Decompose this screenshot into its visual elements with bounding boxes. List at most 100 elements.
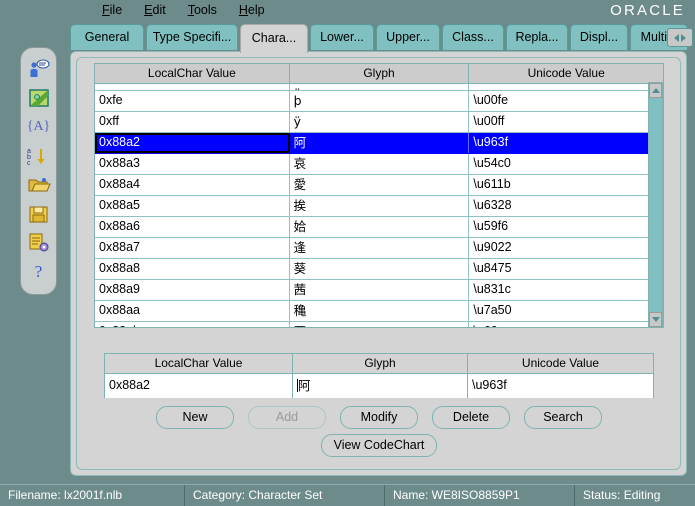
status-filename: Filename: lx2001f.nlb <box>0 485 185 506</box>
save-disk-icon[interactable] <box>24 199 54 228</box>
cell-glyph: ÿ <box>290 84 470 90</box>
status-state: Status: Editing <box>575 485 695 506</box>
table-row[interactable]: 0xff ÿ \u00ff <box>95 112 663 133</box>
editor-input-row: 0x88a2 阿 \u963f <box>105 374 653 398</box>
table-row[interactable]: 0x88a9 茜 \u831c <box>95 280 663 301</box>
tab-strip: General Type Specifi... Chara... Lower..… <box>70 24 695 52</box>
braces-a-icon[interactable]: {A} <box>24 112 54 141</box>
modify-button[interactable]: Modify <box>340 406 418 429</box>
cell-unicode: \u00ff <box>469 112 663 132</box>
search-button[interactable]: Search <box>524 406 602 429</box>
status-category: Category: Character Set <box>185 485 385 506</box>
cell-glyph: 姶 <box>290 217 470 237</box>
codechart-button-row: View CodeChart <box>104 434 654 458</box>
cell-localchar: 0x88a7 <box>95 238 290 258</box>
abc-sort-icon[interactable]: a b c <box>24 141 54 170</box>
action-button-row: New Add Modify Delete Search <box>104 406 654 430</box>
character-table[interactable]: LocalChar Value Glyph Unicode Value ÿ 0x… <box>94 63 664 328</box>
status-bar: Filename: lx2001f.nlb Category: Characte… <box>0 484 695 506</box>
tab-scroll-right-icon[interactable] <box>681 34 686 42</box>
cell-glyph: þ <box>290 91 470 111</box>
cell-unicode: \u00fe <box>469 91 663 111</box>
menu-tools[interactable]: Tools <box>186 3 219 17</box>
table-row[interactable]: 0x88aa 穐 \u7a50 <box>95 301 663 322</box>
cell-unicode: \u59f6 <box>469 217 663 237</box>
cell-localchar: 0x88a3 <box>95 154 290 174</box>
menu-file[interactable]: File <box>100 3 124 17</box>
column-header-unicode: Unicode Value <box>469 64 663 83</box>
new-button[interactable]: New <box>156 406 234 429</box>
status-name: Name: WE8ISO8859P1 <box>385 485 575 506</box>
menu-edit[interactable]: Edit <box>142 3 168 17</box>
table-row[interactable]: 0x88a7 逢 \u9022 <box>95 238 663 259</box>
tab-scroll-buttons[interactable] <box>667 28 693 47</box>
tab-class[interactable]: Class... <box>442 24 504 50</box>
delete-button[interactable]: Delete <box>432 406 510 429</box>
left-toolbar: {A} a b c <box>20 47 57 295</box>
cell-unicode: \u9022 <box>469 238 663 258</box>
cell-glyph: 茜 <box>290 280 470 300</box>
cell-localchar: 0x88a6 <box>95 217 290 237</box>
table-row[interactable]: 0x88a8 葵 \u8475 <box>95 259 663 280</box>
table-row[interactable]: 0x88ab 悪 \u60aa <box>95 322 663 328</box>
column-header-glyph: Glyph <box>290 64 470 83</box>
svg-text:c: c <box>27 160 31 166</box>
table-row[interactable]: ÿ <box>95 84 663 91</box>
tab-scroll-left-icon[interactable] <box>674 34 679 42</box>
tab-display[interactable]: Displ... <box>570 24 628 50</box>
tab-upper[interactable]: Upper... <box>376 24 440 50</box>
cell-glyph: 阿 <box>290 133 470 153</box>
table-vertical-scrollbar[interactable] <box>648 82 663 328</box>
table-row[interactable]: 0x88a6 姶 \u59f6 <box>95 217 663 238</box>
editor-header-glyph: Glyph <box>293 354 468 373</box>
glyph-input-value: 阿 <box>298 378 311 393</box>
document-settings-icon[interactable] <box>24 228 54 257</box>
cell-localchar: 0x88a4 <box>95 175 290 195</box>
open-folder-icon[interactable] <box>24 170 54 199</box>
view-codechart-button[interactable]: View CodeChart <box>321 434 438 457</box>
table-row[interactable]: 0x88a3 哀 \u54c0 <box>95 154 663 175</box>
cell-localchar: 0x88a2 <box>95 133 290 153</box>
oracle-logo: ORACLE <box>610 2 685 19</box>
cell-unicode: \u611b <box>469 175 663 195</box>
help-question-icon[interactable]: ? <box>24 257 54 286</box>
tab-lower[interactable]: Lower... <box>310 24 374 50</box>
table-body: ÿ 0xfe þ \u00fe 0xff ÿ \u00ff 0x88a2 <box>95 84 663 328</box>
cell-glyph: 悪 <box>290 322 470 328</box>
table-row[interactable]: 0x88a4 愛 \u611b <box>95 175 663 196</box>
character-set-panel: LocalChar Value Glyph Unicode Value ÿ 0x… <box>70 51 687 476</box>
localchar-input[interactable]: 0x88a2 <box>105 374 293 398</box>
table-row[interactable]: 0x88a5 挨 \u6328 <box>95 196 663 217</box>
add-button[interactable]: Add <box>248 406 326 429</box>
table-header-row: LocalChar Value Glyph Unicode Value <box>95 64 663 84</box>
tab-replace[interactable]: Repla... <box>506 24 568 50</box>
cell-localchar: 0xfe <box>95 91 290 111</box>
cell-localchar: 0x88a8 <box>95 259 290 279</box>
table-row[interactable]: 0xfe þ \u00fe <box>95 91 663 112</box>
cell-localchar: 0x88a9 <box>95 280 290 300</box>
cell-localchar: 0x88a5 <box>95 196 290 216</box>
scroll-down-button[interactable] <box>649 312 662 327</box>
user-speech-icon[interactable] <box>24 54 54 83</box>
editor-header-row: LocalChar Value Glyph Unicode Value <box>105 354 653 374</box>
cell-unicode: \u54c0 <box>469 154 663 174</box>
scroll-down-icon <box>652 317 660 322</box>
cell-unicode: \u831c <box>469 280 663 300</box>
cell-unicode: \u8475 <box>469 259 663 279</box>
unicode-input[interactable]: \u963f <box>468 374 653 398</box>
table-row-selected[interactable]: 0x88a2 阿 \u963f <box>95 133 663 154</box>
tab-type-specific[interactable]: Type Specifi... <box>146 24 238 50</box>
cell-glyph: ÿ <box>290 112 470 132</box>
scroll-up-icon <box>652 88 660 93</box>
glyph-input[interactable]: 阿 <box>293 374 468 398</box>
tab-characters[interactable]: Chara... <box>240 24 308 53</box>
scrollbar-thumb[interactable] <box>649 98 662 298</box>
scroll-up-button[interactable] <box>649 83 662 98</box>
cell-glyph: 逢 <box>290 238 470 258</box>
menu-help[interactable]: Help <box>237 3 267 17</box>
cell-localchar: 0x88aa <box>95 301 290 321</box>
map-icon[interactable] <box>24 83 54 112</box>
cell-glyph: 哀 <box>290 154 470 174</box>
editor-header-localchar: LocalChar Value <box>105 354 293 373</box>
tab-general[interactable]: General <box>70 24 144 50</box>
